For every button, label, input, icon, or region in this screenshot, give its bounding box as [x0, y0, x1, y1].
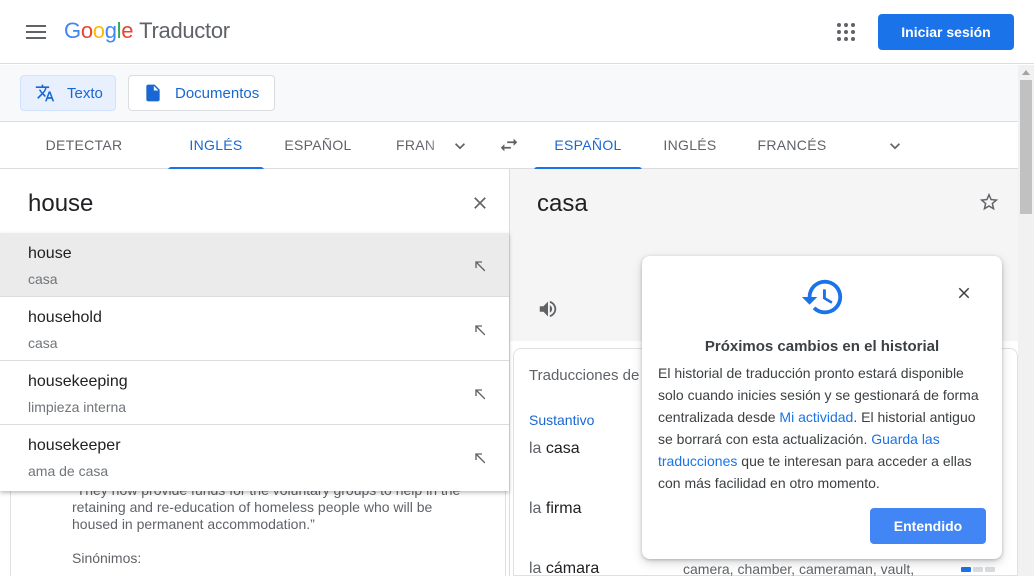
suggestions-dropdown: house casa household casa housekeeping l… [0, 233, 509, 491]
entry-word: cámara [545, 560, 600, 577]
article: la [529, 440, 542, 457]
document-icon [146, 84, 160, 102]
clear-source-close-icon[interactable] [470, 193, 490, 213]
suggestion-item[interactable]: housekeeper ama de casa [0, 425, 509, 489]
fill-suggestion-arrow-icon[interactable] [472, 450, 488, 466]
dialog-title: Próximos cambios en el historial [704, 338, 940, 355]
dictionary-entry[interactable]: la firma [529, 500, 581, 518]
translation-output: casa [537, 190, 588, 217]
suggestion-translation: limpieza interna [28, 399, 127, 415]
dictionary-title: Traducciones de house [529, 367, 644, 384]
history-notice-dialog: Próximos cambios en el historial El hist… [642, 256, 1002, 559]
suggestion-item[interactable]: household casa [0, 297, 509, 361]
fill-suggestion-arrow-icon[interactable] [472, 386, 488, 402]
entry-word: casa [545, 440, 580, 457]
logo-letter: G [64, 18, 81, 43]
source-lang-more-chevron-down-icon[interactable] [450, 136, 470, 156]
target-lang-french[interactable]: FRANCÉS [748, 122, 836, 169]
suggestion-word: housekeeper [28, 437, 121, 454]
logo-letter: e [121, 18, 134, 43]
source-lang-spanish[interactable]: ESPAÑOL [276, 122, 360, 169]
part-of-speech-label: Sustantivo [529, 412, 595, 428]
suggestion-translation: ama de casa [28, 463, 109, 479]
suggestion-item[interactable]: housekeeping limpieza interna [0, 361, 509, 425]
logo-letter: g [104, 18, 117, 43]
source-lang-english[interactable]: INGLÉS [168, 122, 264, 170]
text-mode-label: Texto [67, 84, 103, 102]
frequency-bar [961, 567, 995, 572]
hamburger-menu-icon[interactable] [26, 25, 46, 39]
scroll-up-arrow-icon[interactable] [1022, 70, 1030, 75]
suggestion-word: household [28, 309, 102, 326]
source-text-input[interactable]: house [28, 190, 93, 218]
article: la [529, 500, 542, 517]
mode-bar: Texto Documentos [0, 65, 1018, 122]
listen-speaker-icon[interactable] [537, 298, 559, 320]
fill-suggestion-arrow-icon[interactable] [472, 322, 488, 338]
article: la [529, 560, 542, 577]
text-mode-button[interactable]: Texto [20, 75, 116, 111]
target-lang-more-chevron-down-icon[interactable] [885, 136, 905, 156]
logo-letter: o [80, 18, 93, 43]
reverse-translations[interactable]: camera, chamber, cameraman, vault, [683, 561, 914, 577]
my-activity-link[interactable]: Mi actividad [779, 409, 853, 425]
sign-in-button[interactable]: Iniciar sesión [878, 14, 1014, 50]
got-it-button[interactable]: Entendido [870, 508, 986, 544]
save-translation-star-icon[interactable] [978, 191, 1000, 213]
suggestion-word: house [28, 245, 72, 262]
target-lang-english[interactable]: INGLÉS [654, 122, 726, 169]
google-translate-logo[interactable]: Google Traductor [64, 18, 230, 44]
close-dialog-close-icon[interactable] [955, 284, 973, 302]
dialog-body: El historial de traducción pronto estará… [658, 362, 992, 494]
suggestion-word: housekeeping [28, 373, 128, 390]
dictionary-entry[interactable]: la casa [529, 440, 580, 458]
top-bar: Google Traductor Iniciar sesión [0, 0, 1034, 64]
google-apps-icon[interactable] [837, 23, 855, 41]
target-lang-spanish[interactable]: ESPAÑOL [534, 122, 642, 170]
swap-languages-icon[interactable] [498, 134, 520, 156]
entry-word: firma [545, 500, 582, 517]
dictionary-entry[interactable]: la cámara [529, 560, 599, 578]
suggestion-item[interactable]: house casa [0, 233, 509, 297]
source-lang-french[interactable]: FRANCÉS [384, 122, 434, 169]
scrollbar-thumb[interactable] [1020, 80, 1032, 214]
synonyms-label: Sinónimos: [72, 550, 142, 566]
suggestion-translation: casa [28, 271, 58, 287]
source-lang-french-label: FRANCÉS [396, 137, 434, 153]
history-icon [801, 279, 843, 315]
app-name: Traductor [139, 18, 230, 43]
logo-letter: o [92, 18, 105, 43]
documents-mode-label: Documentos [175, 84, 260, 102]
suggestion-translation: casa [28, 335, 58, 351]
translate-icon [35, 84, 55, 102]
documents-mode-button[interactable]: Documentos [128, 75, 275, 111]
source-lang-detect[interactable]: DETECTAR IDIOMA [20, 122, 148, 199]
fill-suggestion-arrow-icon[interactable] [472, 258, 488, 274]
